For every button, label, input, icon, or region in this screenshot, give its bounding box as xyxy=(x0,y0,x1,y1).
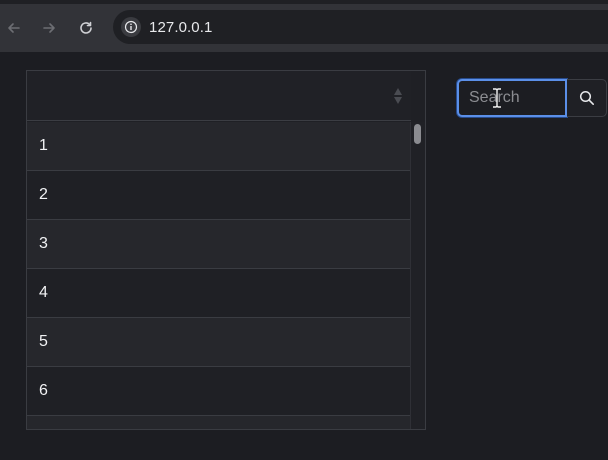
list-body: 1 2 3 4 5 6 xyxy=(27,122,411,429)
list-item-label: 5 xyxy=(39,333,48,350)
list-item-label: 6 xyxy=(39,382,48,399)
forward-button[interactable] xyxy=(37,16,61,40)
search-group xyxy=(457,79,608,117)
list-item[interactable]: 4 xyxy=(27,269,411,318)
list-item[interactable]: 3 xyxy=(27,220,411,269)
url-text: 127.0.0.1 xyxy=(149,19,213,36)
list-item[interactable] xyxy=(27,416,411,429)
arrow-right-icon xyxy=(43,23,55,33)
search-button[interactable] xyxy=(567,79,607,117)
reload-button[interactable] xyxy=(74,16,98,40)
list-item-label: 3 xyxy=(39,235,48,252)
arrow-left-icon xyxy=(8,23,20,33)
site-info-button[interactable] xyxy=(121,17,141,37)
back-button[interactable] xyxy=(2,16,26,40)
address-bar[interactable]: 127.0.0.1 xyxy=(113,10,608,44)
list-panel: 1 2 3 4 5 6 xyxy=(26,70,426,430)
scrollbar-thumb[interactable] xyxy=(414,124,421,144)
search-icon xyxy=(579,90,594,105)
list-scrollbar[interactable] xyxy=(410,122,425,429)
list-header[interactable] xyxy=(27,71,411,121)
info-icon xyxy=(124,20,138,34)
reload-icon xyxy=(80,21,92,34)
list-item-label: 4 xyxy=(39,284,48,301)
list-item[interactable]: 5 xyxy=(27,318,411,367)
list-item[interactable]: 1 xyxy=(27,122,411,171)
list-item[interactable]: 2 xyxy=(27,171,411,220)
browser-toolbar: 127.0.0.1 xyxy=(0,0,608,52)
search-input[interactable] xyxy=(457,79,567,117)
list-item[interactable]: 6 xyxy=(27,367,411,416)
list-item-label: 2 xyxy=(39,186,48,203)
list-item-label: 1 xyxy=(39,137,48,154)
sort-icon[interactable] xyxy=(393,87,403,105)
